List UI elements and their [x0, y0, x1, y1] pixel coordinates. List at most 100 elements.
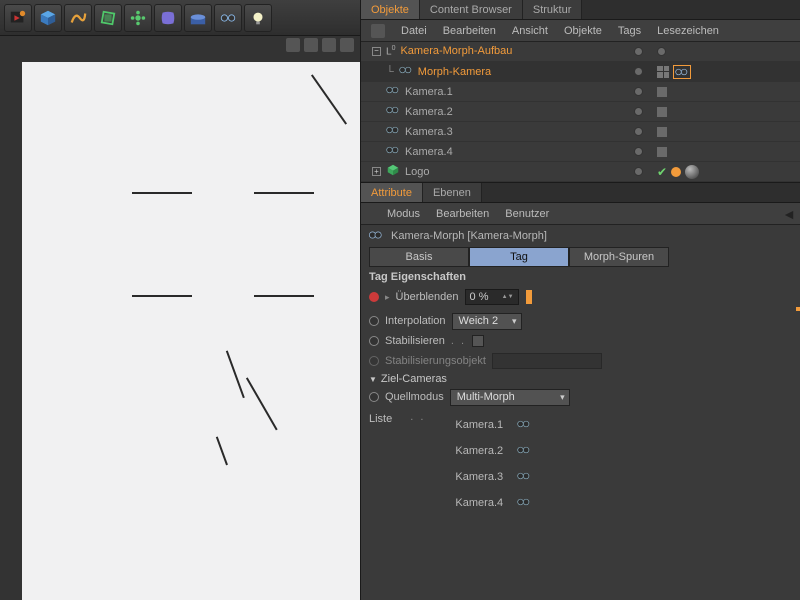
deformer-tool-icon[interactable] [154, 4, 182, 32]
keyframe-dot-icon[interactable] [369, 316, 379, 326]
environment-tool-icon[interactable] [184, 4, 212, 32]
list-label: Liste [369, 411, 392, 517]
camera-icon [517, 470, 531, 485]
ellipsis: . . [451, 335, 466, 347]
source-mode-dropdown[interactable]: Multi-Morph [450, 389, 570, 406]
history-arrows-icon[interactable]: ◄ [782, 206, 796, 222]
tree-row-root[interactable]: − L0 Kamera-Morph-Aufbau [361, 42, 800, 62]
camera-icon [399, 64, 413, 79]
viewport-target-icon[interactable] [657, 147, 667, 157]
menu-bookmarks[interactable]: Lesezeichen [657, 25, 719, 37]
camera-icon [386, 84, 400, 99]
tree-label: Kamera-Morph-Aufbau [400, 45, 512, 57]
list-item[interactable]: Kamera.4 [443, 493, 543, 513]
attr-menu-mode[interactable]: Modus [387, 208, 420, 220]
tree-label: Morph-Kamera [418, 66, 491, 78]
menu-edit[interactable]: Bearbeiten [443, 25, 496, 37]
stabobj-label: Stabilisierungsobjekt [385, 355, 486, 367]
menu-tags[interactable]: Tags [618, 25, 641, 37]
tree-row-logo[interactable]: + Logo ✔ [361, 162, 800, 182]
attr-menu-user[interactable]: Benutzer [505, 208, 549, 220]
viewport[interactable] [22, 62, 360, 600]
object-manager-menu: Datei Bearbeiten Ansicht Objekte Tags Le… [361, 20, 800, 42]
anim-arrow-icon[interactable]: ▸ [385, 292, 390, 303]
object-tree[interactable]: − L0 Kamera-Morph-Aufbau └ Morph-Kamera … [361, 42, 800, 182]
stabilize-checkbox[interactable] [472, 335, 484, 347]
camera-morph-tag-icon[interactable] [673, 65, 691, 79]
attribute-manager: Attribute Ebenen Modus Bearbeiten Benutz… [361, 182, 800, 600]
tab-morph-spuren[interactable]: Morph-Spuren [569, 247, 669, 267]
tree-label: Kamera.1 [405, 86, 453, 98]
slider-caret-icon[interactable] [526, 290, 532, 304]
spline-tool-icon[interactable] [64, 4, 92, 32]
camera-morph-icon [369, 229, 383, 244]
camera-list-well[interactable]: Kamera.1 Kamera.2 Kamera.3 Kamera.4 [443, 411, 543, 517]
viewport-target-icon[interactable] [657, 127, 667, 137]
keyframe-dot-icon[interactable] [369, 356, 379, 366]
tab-tag[interactable]: Tag [469, 247, 569, 267]
enable-check-icon[interactable]: ✔ [657, 165, 667, 179]
attribute-tabs: Attribute Ebenen [361, 183, 800, 203]
tab-basis[interactable]: Basis [369, 247, 469, 267]
tree-row-kamera1[interactable]: Kamera.1 [361, 82, 800, 102]
camera-icon [386, 104, 400, 119]
tab-layers[interactable]: Ebenen [423, 183, 482, 202]
tab-objects[interactable]: Objekte [361, 0, 420, 19]
viewport-target-icon[interactable] [657, 107, 667, 117]
source-mode-label: Quellmodus [385, 391, 444, 403]
tree-row-kamera4[interactable]: Kamera.4 [361, 142, 800, 162]
viewport-container [0, 36, 360, 600]
camera-icon [386, 144, 400, 159]
stabobj-field[interactable] [492, 353, 602, 369]
camera-icon [517, 444, 531, 459]
prop-stabilize-object: Stabilisierungsobjekt [361, 351, 800, 371]
list-item[interactable]: Kamera.3 [443, 467, 543, 487]
ellipsis: . . [410, 411, 425, 517]
camera-tool-icon[interactable] [214, 4, 242, 32]
tab-attribute[interactable]: Attribute [361, 183, 423, 202]
blend-input[interactable]: 0 % ▲▼ [465, 289, 519, 305]
viewport-target-icon[interactable] [657, 66, 669, 78]
section-target-cameras[interactable]: ▼ Ziel-Cameras [361, 371, 800, 387]
tab-content-browser[interactable]: Content Browser [420, 0, 523, 19]
menu-objects[interactable]: Objekte [564, 25, 602, 37]
prop-interpolation: Interpolation Weich 2 [361, 311, 800, 331]
camera-icon [517, 496, 531, 511]
list-item[interactable]: Kamera.2 [443, 441, 543, 461]
tab-structure[interactable]: Struktur [523, 0, 583, 19]
viewport-nav-icons[interactable] [286, 38, 354, 52]
menu-toggle-icon[interactable] [371, 24, 385, 38]
spinner-icon[interactable]: ▲▼ [502, 294, 514, 300]
material-tag-icon[interactable] [685, 165, 699, 179]
camera-icon [517, 418, 531, 433]
list-item[interactable]: Kamera.1 [443, 415, 543, 435]
light-tool-icon[interactable] [244, 4, 272, 32]
cloner-tool-icon[interactable] [124, 4, 152, 32]
keyframe-dot-icon[interactable] [369, 292, 379, 302]
attr-menu-edit[interactable]: Bearbeiten [436, 208, 489, 220]
menu-file[interactable]: Datei [401, 25, 427, 37]
interp-label: Interpolation [385, 315, 446, 327]
keyframe-dot-icon[interactable] [369, 336, 379, 346]
viewport-target-icon[interactable] [657, 87, 667, 97]
cube-tool-icon[interactable] [34, 4, 62, 32]
expand-icon[interactable]: − [372, 47, 381, 56]
keyframe-dot-icon[interactable] [369, 392, 379, 402]
section-tag-properties: Tag Eigenschaften [361, 267, 800, 287]
camera-icon [386, 124, 400, 139]
menu-view[interactable]: Ansicht [512, 25, 548, 37]
tag-icon[interactable] [671, 167, 681, 177]
record-tool-icon[interactable] [4, 4, 32, 32]
expand-icon[interactable]: + [372, 167, 381, 176]
tree-row-kamera2[interactable]: Kamera.2 [361, 102, 800, 122]
disclosure-triangle-icon[interactable]: ▼ [369, 375, 377, 384]
blend-value: 0 % [470, 291, 489, 303]
tree-row-morph-kamera[interactable]: └ Morph-Kamera [361, 62, 800, 82]
main-toolbar [0, 0, 360, 36]
tree-row-kamera3[interactable]: Kamera.3 [361, 122, 800, 142]
camera-list: Liste . . Kamera.1 Kamera.2 Kamera.3 Kam… [361, 407, 800, 521]
null-icon: L0 [386, 45, 395, 57]
interp-dropdown[interactable]: Weich 2 [452, 313, 522, 330]
generator-tool-icon[interactable] [94, 4, 122, 32]
manager-tabs: Objekte Content Browser Struktur [361, 0, 800, 20]
